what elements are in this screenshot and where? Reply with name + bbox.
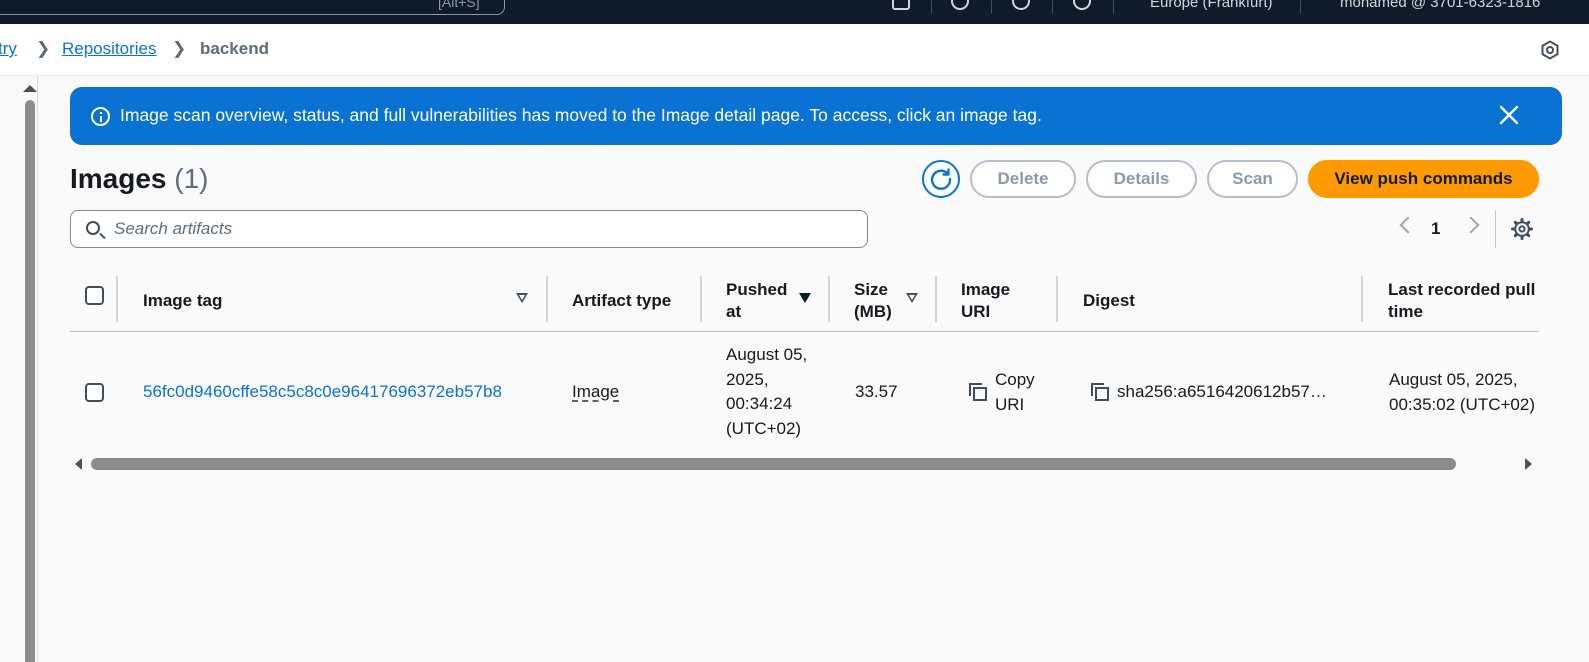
nav-divider: [991, 0, 992, 14]
settings-icon[interactable]: [1073, 0, 1091, 10]
scroll-up-icon[interactable]: [23, 85, 37, 92]
scroll-left-icon[interactable]: [75, 458, 82, 470]
top-nav: [Alt+S] Europe (Frankfurt) mohamed @ 370…: [0, 0, 1589, 24]
column-label: Digest: [1083, 291, 1135, 310]
next-page-icon[interactable]: [1462, 216, 1480, 234]
select-all-checkbox[interactable]: [85, 286, 104, 305]
column-resizer[interactable]: [700, 276, 702, 322]
sort-icon[interactable]: [516, 293, 528, 303]
column-label: Size (MB): [854, 280, 892, 321]
copy-digest-icon[interactable]: [1090, 382, 1110, 402]
artifact-type-value[interactable]: Image: [572, 380, 619, 405]
scrollbar-thumb[interactable]: [25, 100, 35, 662]
tools-panel-icon[interactable]: [1540, 40, 1560, 60]
column-header-size[interactable]: Size (MB): [854, 270, 904, 332]
search-shortcut-hint: [Alt+S]: [438, 0, 480, 10]
sort-icon[interactable]: [906, 293, 918, 303]
flash-message: Image scan overview, status, and full vu…: [120, 105, 1042, 125]
item-count: (1): [174, 163, 209, 194]
column-label: Last recorded pull time: [1388, 280, 1536, 321]
refresh-button[interactable]: [922, 160, 960, 198]
close-icon[interactable]: [1497, 103, 1521, 127]
image-tag-link[interactable]: 56fc0d9460cffe58c5c8c0e96417696372eb57b8: [143, 380, 502, 405]
title-text: Images: [70, 163, 167, 194]
global-search-box[interactable]: [0, 0, 505, 15]
column-header-last-pull[interactable]: Last recorded pull time: [1388, 270, 1548, 332]
column-resizer[interactable]: [828, 276, 830, 322]
info-flash-banner: Image scan overview, status, and full vu…: [70, 87, 1562, 145]
column-header-artifact-type[interactable]: Artifact type: [572, 270, 692, 332]
side-nav-scrollbar[interactable]: [0, 76, 38, 662]
table-preferences-gear-icon[interactable]: [1511, 218, 1533, 240]
cloudshell-icon[interactable]: [892, 0, 910, 10]
breadcrumb-separator-icon: ❯: [36, 39, 51, 58]
help-icon[interactable]: [1012, 0, 1030, 10]
column-resizer[interactable]: [116, 276, 118, 322]
horizontal-scrollbar-thumb[interactable]: [91, 458, 1456, 470]
search-input[interactable]: [114, 218, 854, 240]
size-value: 33.57: [855, 382, 898, 401]
column-header-digest: Digest: [1083, 270, 1283, 332]
details-button[interactable]: Details: [1086, 160, 1197, 198]
table-header: Image tag Artifact type Pushed at Size (…: [70, 270, 1539, 332]
column-label: Image URI: [961, 280, 1011, 321]
breadcrumb-repositories-link[interactable]: Repositories: [62, 39, 157, 59]
column-label: Pushed at: [726, 280, 788, 321]
info-icon: [91, 107, 110, 126]
search-icon: [86, 221, 100, 235]
column-label: Artifact type: [572, 291, 672, 310]
region-selector[interactable]: Europe (Frankfurt): [1150, 0, 1273, 11]
sort-descending-icon[interactable]: [799, 293, 811, 303]
last-pull-value: August 05, 2025, 00:35:02 (UTC+02): [1389, 370, 1535, 414]
column-resizer[interactable]: [1361, 276, 1363, 322]
account-menu[interactable]: mohamed @ 3701-6323-1816: [1340, 0, 1540, 11]
previous-page-icon[interactable]: [1399, 216, 1417, 234]
column-resizer[interactable]: [935, 276, 937, 322]
nav-divider: [1300, 0, 1301, 14]
page-title: Images (1): [70, 163, 209, 195]
column-header-image-tag[interactable]: Image tag: [143, 270, 543, 332]
copy-icon: [969, 383, 987, 401]
scan-button[interactable]: Scan: [1207, 160, 1298, 198]
column-header-image-uri: Image URI: [961, 270, 1031, 332]
scroll-right-icon[interactable]: [1525, 458, 1532, 470]
digest-value: sha256:a6516420612b57…: [1117, 382, 1327, 401]
nav-divider: [1052, 0, 1053, 14]
breadcrumb-separator-icon: ❯: [172, 39, 187, 58]
breadcrumb-current: backend: [200, 39, 269, 58]
pagination-divider: [1495, 210, 1496, 248]
page-number[interactable]: 1: [1431, 219, 1440, 239]
column-resizer[interactable]: [546, 276, 548, 322]
copy-uri-label[interactable]: Copy URI: [995, 368, 1045, 417]
view-push-commands-button[interactable]: View push commands: [1308, 160, 1539, 198]
row-checkbox[interactable]: [85, 383, 104, 402]
search-field[interactable]: [70, 210, 868, 248]
refresh-icon: [930, 168, 952, 190]
nav-divider: [931, 0, 932, 14]
notifications-icon[interactable]: [951, 0, 969, 10]
column-header-pushed-at[interactable]: Pushed at: [726, 270, 790, 332]
column-label: Image tag: [143, 291, 223, 310]
pushed-at-value: August 05, 2025, 00:34:24 (UTC+02): [726, 345, 808, 438]
breadcrumb: try ❯ Repositories ❯ backend: [0, 24, 1589, 76]
breadcrumb-registry-link[interactable]: try: [0, 39, 17, 59]
delete-button[interactable]: Delete: [970, 160, 1076, 198]
nav-divider: [1113, 0, 1114, 14]
column-resizer[interactable]: [1056, 276, 1058, 322]
